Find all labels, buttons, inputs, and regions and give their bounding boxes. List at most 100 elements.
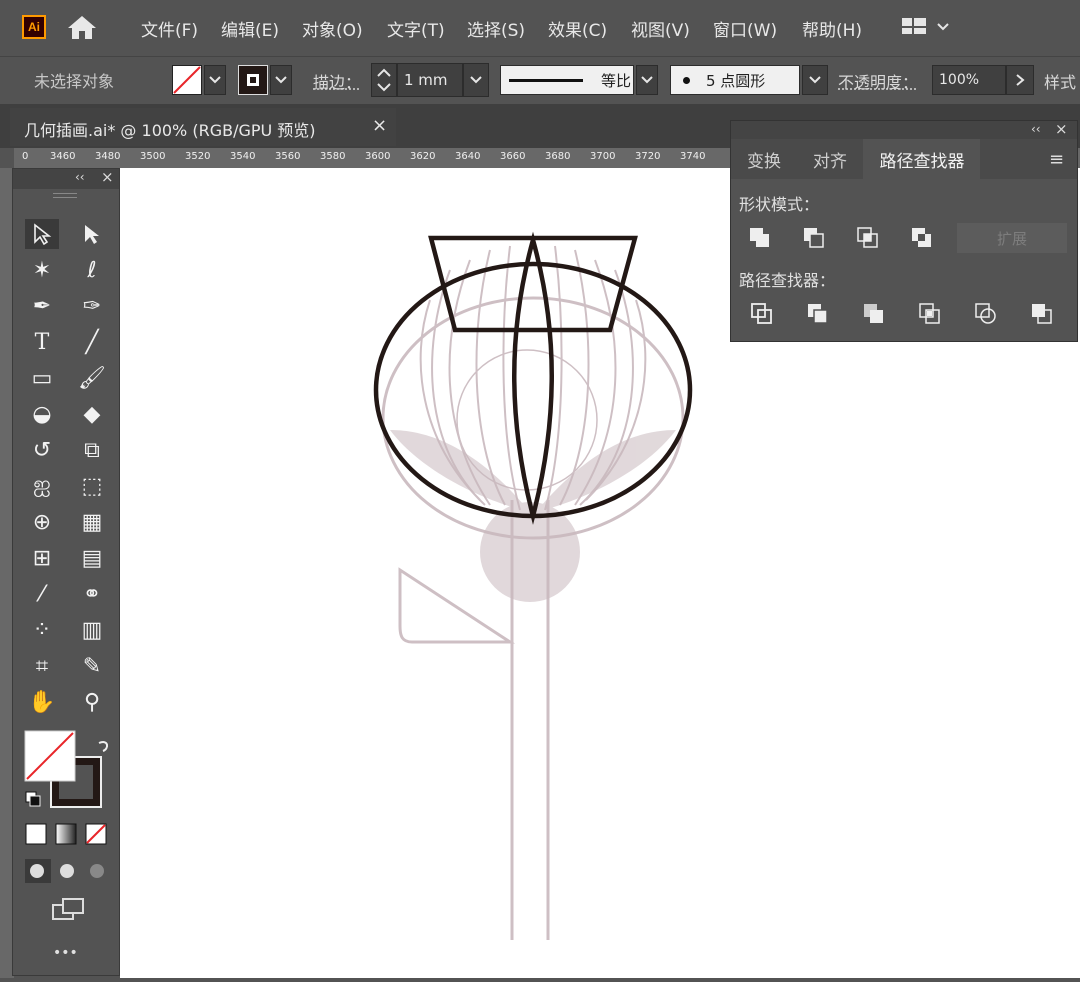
grip-icon[interactable]	[53, 193, 77, 198]
menu-effect[interactable]: 效果(C)	[548, 16, 607, 41]
magic-wand-tool-icon[interactable]: ✶	[25, 255, 59, 285]
unite-icon[interactable]	[749, 227, 771, 249]
pen-tool-icon[interactable]: ✒	[25, 291, 59, 321]
tools-panel-header[interactable]: ‹‹ ×	[13, 169, 119, 189]
warp-tool-icon[interactable]: ஐ	[25, 471, 59, 501]
menu-help[interactable]: 帮助(H)	[802, 16, 862, 41]
more-tools-icon[interactable]: •••	[53, 945, 78, 961]
hand-tool-icon[interactable]: ✋	[25, 687, 59, 717]
menu-file[interactable]: 文件(F)	[141, 16, 198, 41]
stepper-arrows-icon	[372, 64, 396, 96]
color-mode-icon[interactable]	[25, 823, 47, 845]
draw-normal-icon[interactable]	[25, 859, 51, 883]
chevron-down-icon	[275, 76, 287, 84]
direct-selection-tool-icon[interactable]	[75, 219, 109, 249]
paintbrush-tool-icon[interactable]: 🖌	[75, 363, 109, 393]
artboard-tool-icon[interactable]: ⌗	[25, 651, 59, 681]
gradient-mode-icon[interactable]	[55, 823, 77, 845]
rotate-tool-icon[interactable]: ↺	[25, 435, 59, 465]
minus-back-icon[interactable]	[1031, 303, 1053, 325]
scale-tool-icon[interactable]: ⧉	[75, 435, 109, 465]
line-segment-tool-icon[interactable]: ╱	[75, 327, 109, 357]
shaper-tool-icon[interactable]: ◒	[25, 399, 59, 429]
close-tab-icon[interactable]: ×	[372, 115, 387, 136]
opacity-flyout-button[interactable]	[1006, 65, 1034, 95]
pathfinder-panel-header[interactable]: ‹‹ ×	[731, 121, 1077, 139]
exclude-icon[interactable]	[911, 227, 933, 249]
divide-icon[interactable]	[751, 303, 773, 325]
tab-pathfinder[interactable]: 路径查找器	[864, 139, 980, 179]
stroke-swatch[interactable]	[238, 65, 268, 95]
menu-window[interactable]: 窗口(W)	[713, 16, 777, 41]
ruler-label: 3620	[410, 151, 435, 162]
home-icon[interactable]	[66, 13, 98, 41]
draw-inside-icon[interactable]	[85, 859, 111, 883]
stroke-profile-label: 等比	[601, 70, 631, 91]
curvature-tool-icon[interactable]: ✑	[75, 291, 109, 321]
zoom-tool-icon[interactable]: ⚲	[75, 687, 109, 717]
type-tool-icon[interactable]: T	[25, 327, 59, 357]
slice-tool-icon[interactable]: ✎	[75, 651, 109, 681]
menu-type[interactable]: 文字(T)	[387, 16, 445, 41]
menu-select[interactable]: 选择(S)	[467, 16, 525, 41]
style-label[interactable]: 样式	[1044, 69, 1076, 93]
brush-select[interactable]: 5 点圆形	[670, 65, 800, 95]
tab-align[interactable]: 对齐	[797, 139, 863, 179]
default-colors-icon[interactable]	[25, 791, 41, 807]
menu-object[interactable]: 对象(O)	[302, 16, 363, 41]
stroke-weight-dropdown[interactable]	[463, 63, 489, 97]
fill-none-swatch[interactable]	[172, 65, 202, 95]
stroke-label[interactable]: 描边：	[313, 69, 361, 93]
crop-icon[interactable]	[919, 303, 941, 325]
opacity-input[interactable]: 100%	[932, 65, 1006, 95]
selection-tool-icon[interactable]	[25, 219, 59, 249]
construction-paths	[376, 238, 690, 516]
petal-ellipse[interactable]	[514, 240, 552, 516]
stroke-weight-input[interactable]: 1 mm	[397, 63, 463, 97]
free-transform-tool-icon[interactable]: ⬚	[75, 471, 109, 501]
stroke-dropdown[interactable]	[270, 65, 292, 95]
fill-dropdown[interactable]	[204, 65, 226, 95]
symbol-sprayer-tool-icon[interactable]: ⁘	[25, 615, 59, 645]
stroke-profile-dropdown[interactable]	[636, 65, 658, 95]
menu-view[interactable]: 视图(V)	[631, 16, 690, 41]
expand-button[interactable]: 扩展	[957, 223, 1067, 253]
brush-dot-icon	[683, 77, 690, 84]
tab-transform[interactable]: 变换	[731, 139, 797, 179]
none-mode-icon[interactable]	[85, 823, 107, 845]
menu-bar: Ai 文件(F) 编辑(E) 对象(O) 文字(T) 选择(S) 效果(C) 视…	[0, 0, 1080, 56]
eyedropper-tool-icon[interactable]: ⁄	[25, 579, 59, 609]
outline-icon[interactable]	[975, 303, 997, 325]
panel-menu-icon[interactable]: ≡	[1049, 149, 1064, 170]
merge-icon[interactable]	[863, 303, 885, 325]
column-graph-tool-icon[interactable]: ▥	[75, 615, 109, 645]
workspace-switcher-icon[interactable]	[900, 16, 952, 38]
screen-mode-icon[interactable]	[51, 897, 85, 923]
gradient-tool-icon[interactable]: ▤	[75, 543, 109, 573]
document-tab[interactable]: 几何插画.ai* @ 100% (RGB/GPU 预览) ×	[10, 108, 396, 146]
rectangle-tool-icon[interactable]: ▭	[25, 363, 59, 393]
chevron-down-icon	[809, 76, 821, 84]
opacity-label[interactable]: 不透明度：	[838, 69, 918, 93]
intersect-icon[interactable]	[857, 227, 879, 249]
perspective-grid-tool-icon[interactable]: ▦	[75, 507, 109, 537]
shape-builder-tool-icon[interactable]: ⊕	[25, 507, 59, 537]
collapse-icon[interactable]: ‹‹	[75, 170, 85, 184]
trim-icon[interactable]	[807, 303, 829, 325]
close-panel-icon[interactable]: ×	[1055, 120, 1068, 138]
mesh-tool-icon[interactable]: ⊞	[25, 543, 59, 573]
menu-edit[interactable]: 编辑(E)	[221, 16, 279, 41]
draw-behind-icon[interactable]	[55, 859, 81, 883]
minus-front-icon[interactable]	[803, 227, 825, 249]
stroke-weight-stepper[interactable]	[371, 63, 397, 97]
brush-dropdown[interactable]	[802, 65, 828, 95]
eraser-tool-icon[interactable]: ◆	[75, 399, 109, 429]
blend-tool-icon[interactable]: ⚭	[75, 579, 109, 609]
ruler-label: 3720	[635, 151, 660, 162]
close-panel-icon[interactable]: ×	[101, 168, 114, 186]
stroke-profile-select[interactable]: 等比	[500, 65, 634, 95]
brush-label: 5 点圆形	[706, 70, 765, 91]
lasso-tool-icon[interactable]: ℓ	[75, 255, 109, 285]
chevron-down-icon	[470, 76, 482, 84]
collapse-icon[interactable]: ‹‹	[1031, 122, 1041, 136]
